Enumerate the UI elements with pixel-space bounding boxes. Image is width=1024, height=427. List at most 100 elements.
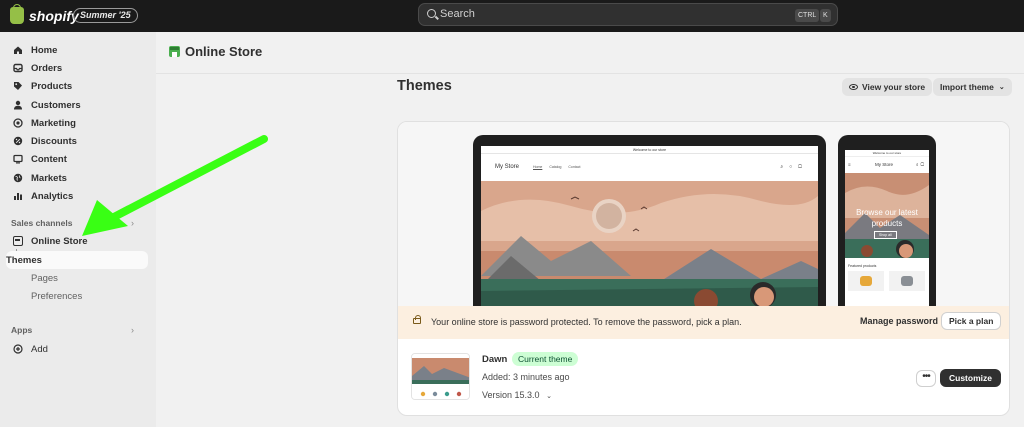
apps-label: Apps <box>11 325 33 335</box>
sidebar-item-customers[interactable]: Customers <box>8 96 148 114</box>
sidebar-item-markets[interactable]: Markets <box>8 169 148 187</box>
more-actions-button[interactable]: ••• <box>916 370 936 387</box>
desktop-nav-catalog: Catalog <box>549 165 562 169</box>
search-bar[interactable]: Search CTRL K <box>418 3 838 26</box>
theme-version-label: Version 15.3.0 <box>482 390 540 400</box>
online-store-icon <box>169 46 180 57</box>
desktop-announcement: Welcome to our store <box>481 146 818 154</box>
sidebar-item-label: Analytics <box>31 190 74 202</box>
view-store-label: View your store <box>862 82 926 92</box>
sidebar-item-label: Themes <box>6 254 42 266</box>
sidebar-item-online-store[interactable]: Online Store <box>8 232 148 250</box>
sidebar-item-themes[interactable]: Themes <box>6 251 148 269</box>
lock-icon <box>413 315 421 324</box>
store-icon <box>13 236 23 246</box>
page-title: Themes <box>397 78 452 94</box>
sidebar-item-marketing[interactable]: Marketing <box>8 114 148 132</box>
home-icon <box>13 45 23 55</box>
mobile-hero: Browse our latest products Shop all <box>845 173 929 258</box>
desktop-preview: Welcome to our store My Store Home Catal… <box>473 135 826 306</box>
chevron-right-icon[interactable]: › <box>131 325 134 335</box>
customize-button[interactable]: Customize <box>940 369 1001 387</box>
sidebar-item-label: Customers <box>31 99 81 111</box>
sidebar-item-analytics[interactable]: Analytics <box>8 187 148 205</box>
sidebar-item-add[interactable]: Add <box>8 340 148 358</box>
tag-icon <box>13 81 23 91</box>
eye-icon <box>849 84 858 90</box>
sidebar-item-label: Preferences <box>31 290 83 302</box>
page-header-title: Online Store <box>185 44 263 59</box>
target-icon <box>13 118 23 128</box>
desktop-store-name: My Store <box>495 164 520 170</box>
import-theme-label: Import theme <box>940 82 994 92</box>
sidebar-item-preferences[interactable]: Preferences <box>8 287 148 305</box>
desktop-store-header: My Store Home Catalog Contact ⌕○▢ <box>481 154 818 181</box>
manage-password-link[interactable]: Manage password <box>860 316 938 326</box>
product-image <box>860 276 872 286</box>
sidebar-item-label: Markets <box>31 172 67 184</box>
mobile-hero-text: Browse our latest products <box>856 208 918 228</box>
theme-name: Dawn <box>482 354 508 365</box>
desktop-nav-links: Home Catalog Contact <box>533 165 580 169</box>
chevron-down-icon: ⌄ <box>546 393 552 400</box>
mobile-screen: Welcome to our store ≡ My Store ⌕▢ Brows… <box>845 150 929 306</box>
pick-plan-button[interactable]: Pick a plan <box>941 312 1002 330</box>
sidebar-item-label: Orders <box>31 62 63 74</box>
mobile-shop-all: Shop all <box>874 231 897 239</box>
desktop-hero-illustration <box>481 181 818 306</box>
mobile-featured-label: Featured products <box>848 264 877 268</box>
sidebar-item-label: Add <box>31 343 48 355</box>
mobile-product-card <box>848 271 884 291</box>
menu-icon: ≡ <box>848 162 851 167</box>
mobile-announcement: Welcome to our store <box>845 150 929 157</box>
search-icon <box>427 9 436 18</box>
mobile-header-icons: ⌕▢ <box>916 162 926 167</box>
shortcut-key-ctrl: CTRL <box>795 9 820 22</box>
chevron-right-icon[interactable]: › <box>131 218 134 228</box>
logo-text: shopify <box>29 7 79 24</box>
edition-badge[interactable]: Summer '25 <box>73 8 138 23</box>
sidebar-item-label: Marketing <box>31 117 76 129</box>
view-store-button[interactable]: View your store <box>842 78 933 96</box>
sidebar-item-label: Products <box>31 80 73 92</box>
mobile-product-card <box>889 271 925 291</box>
sidebar-item-label: Pages <box>31 272 58 284</box>
shopify-logo[interactable]: shopify <box>10 4 79 24</box>
desktop-header-icons: ⌕○▢ <box>780 164 808 170</box>
person-icon <box>13 100 23 110</box>
content-icon <box>13 154 23 164</box>
theme-added-time: Added: 3 minutes ago <box>482 372 570 382</box>
password-notice-text: Your online store is password protected.… <box>431 317 742 327</box>
theme-preview[interactable]: Welcome to our store My Store Home Catal… <box>398 122 1009 306</box>
inbox-icon <box>13 63 23 73</box>
sidebar-item-orders[interactable]: Orders <box>8 59 148 77</box>
sidebar-item-home[interactable]: Home <box>8 41 148 59</box>
discount-icon <box>13 136 23 146</box>
theme-thumbnail[interactable] <box>411 353 470 400</box>
sidebar-item-content[interactable]: Content <box>8 150 148 168</box>
header-divider <box>156 73 1024 74</box>
search-placeholder: Search <box>440 8 475 20</box>
bar-chart-icon <box>13 191 23 201</box>
theme-version[interactable]: Version 15.3.0 ⌄ <box>482 390 552 400</box>
theme-thumbnail-illustration <box>412 354 469 399</box>
mobile-store-name: My Store <box>875 162 894 167</box>
sidebar-item-products[interactable]: Products <box>8 77 148 95</box>
status-badge: Current theme <box>512 352 579 366</box>
product-image <box>901 276 913 286</box>
import-theme-button[interactable]: Import theme ⌄ <box>933 78 1012 96</box>
plus-circle-icon <box>13 344 23 354</box>
sidebar-item-pages[interactable]: Pages <box>8 269 148 287</box>
shopify-bag-icon <box>10 4 24 24</box>
globe-icon <box>13 173 23 183</box>
desktop-nav-contact: Contact <box>568 165 581 169</box>
sidebar-item-discounts[interactable]: Discounts <box>8 132 148 150</box>
sales-channels-label: Sales channels <box>11 218 73 228</box>
desktop-screen: Welcome to our store My Store Home Catal… <box>481 146 818 306</box>
current-theme-row: Dawn Current theme Added: 3 minutes ago … <box>398 339 1009 415</box>
theme-card: Welcome to our store My Store Home Catal… <box>397 121 1010 416</box>
shortcut-key-k: K <box>820 9 831 22</box>
mobile-preview: Welcome to our store ≡ My Store ⌕▢ Brows… <box>838 135 936 306</box>
mobile-store-header: ≡ My Store ⌕▢ <box>845 157 929 173</box>
sidebar-item-label: Home <box>31 44 58 56</box>
